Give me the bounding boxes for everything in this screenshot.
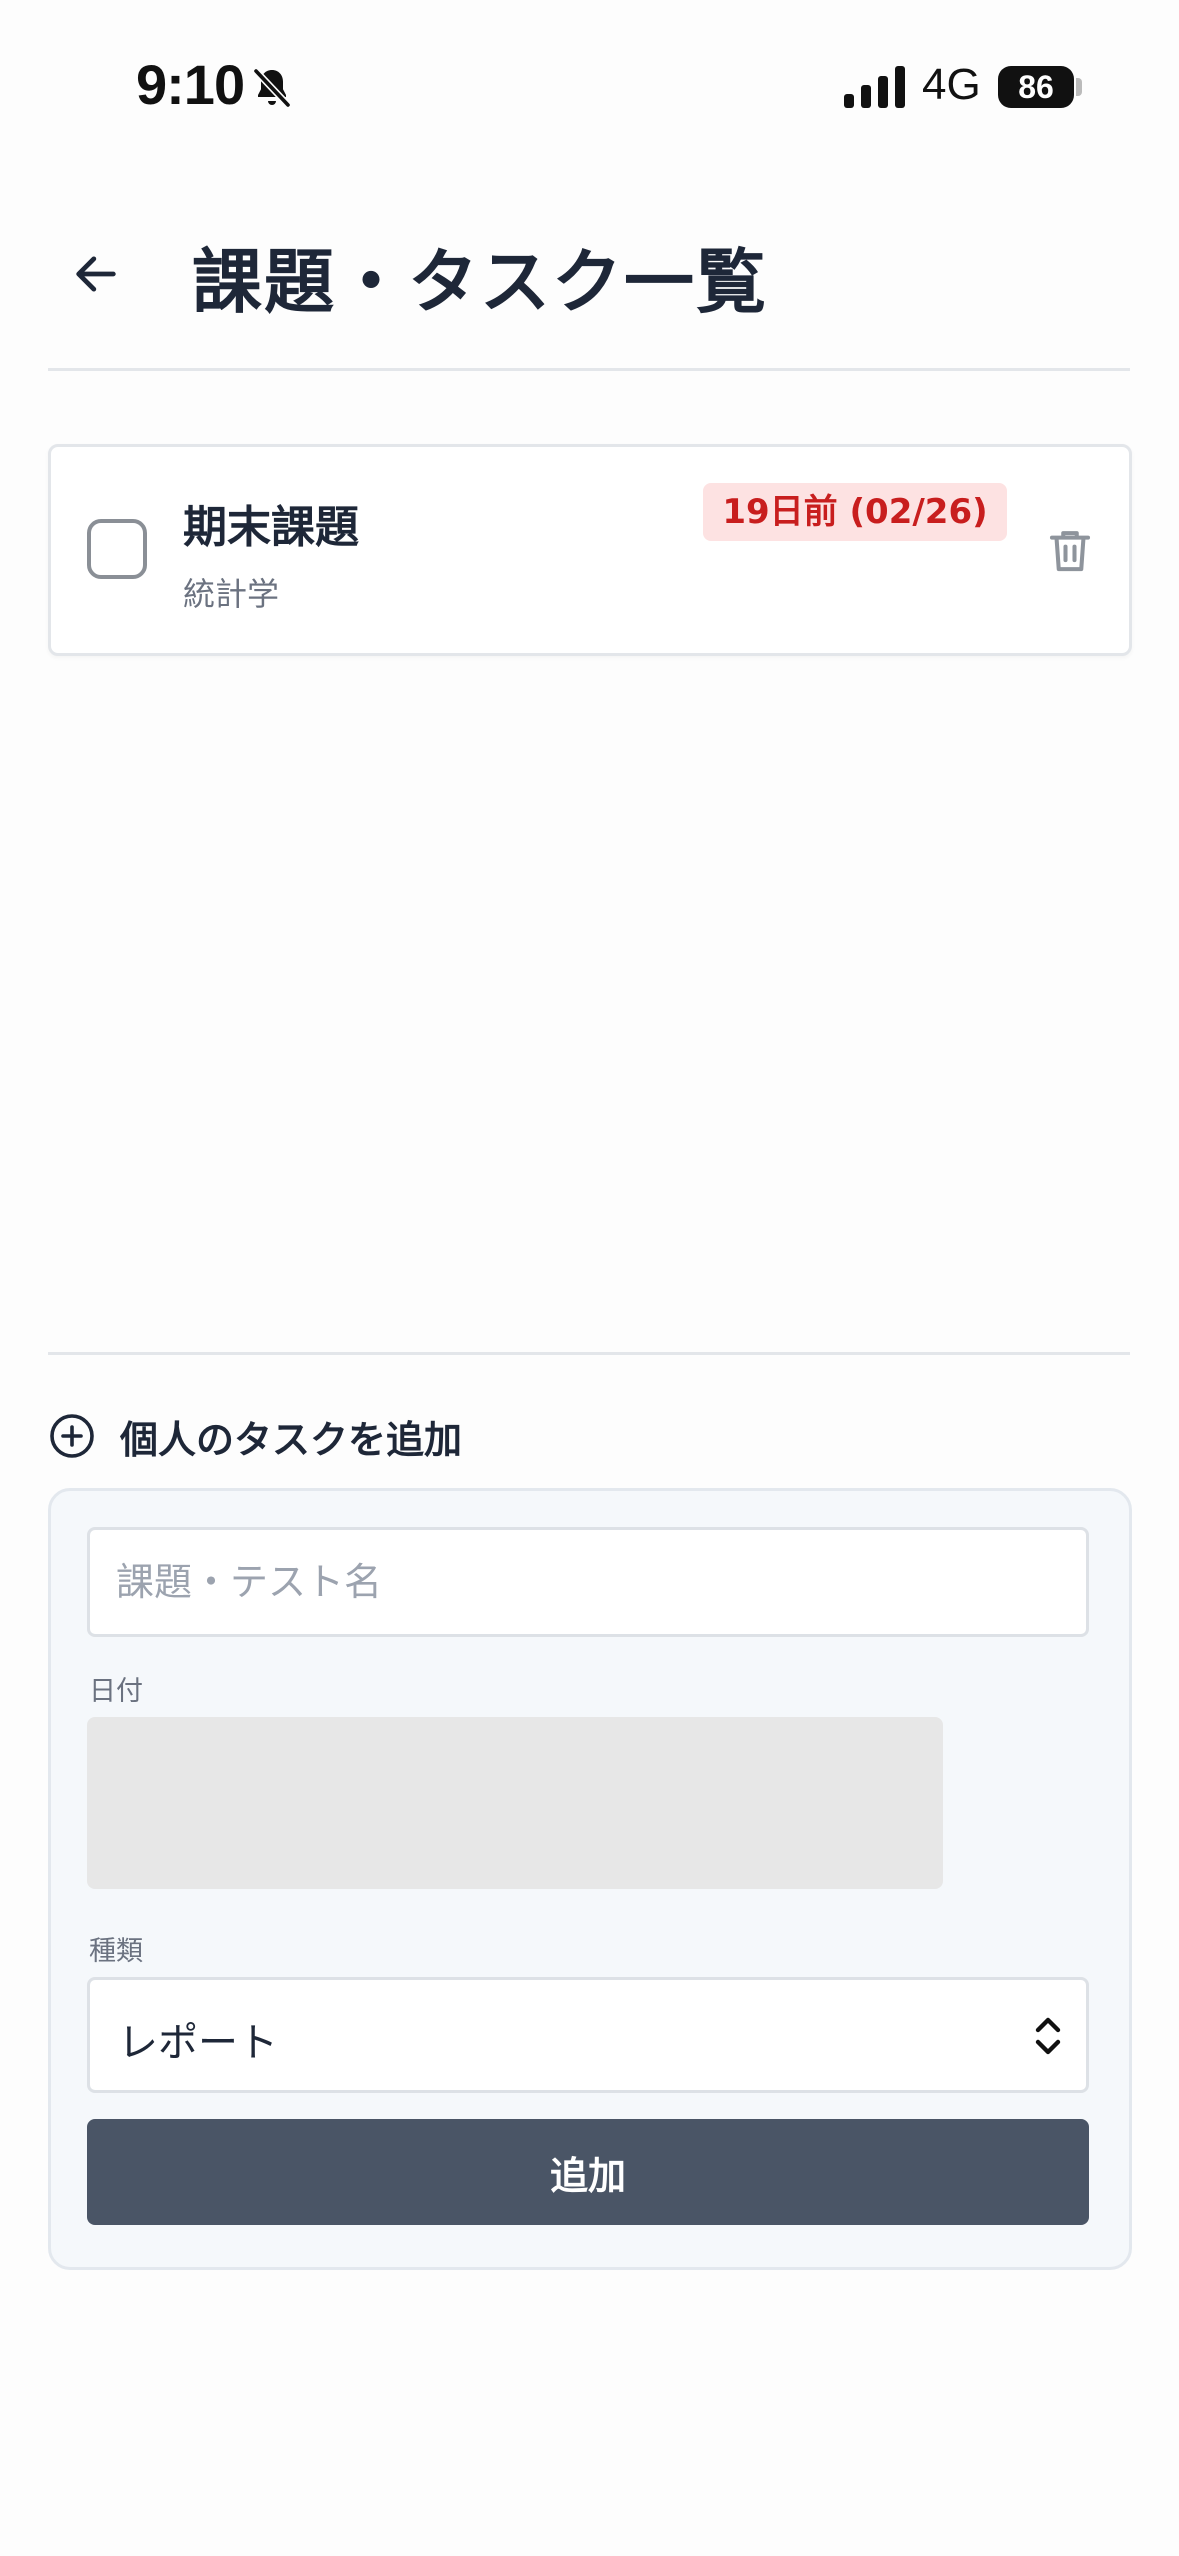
- bell-muted-icon: [253, 68, 291, 108]
- add-task-label: 個人のタスクを追加: [120, 1417, 463, 1462]
- add-task-header[interactable]: 個人のタスクを追加: [48, 1408, 462, 1464]
- type-select[interactable]: レポート: [87, 1977, 1089, 2093]
- battery-tip: [1076, 78, 1082, 96]
- task-checkbox[interactable]: [87, 519, 147, 579]
- task-title: 期末課題: [183, 502, 359, 553]
- task-name-input[interactable]: [87, 1527, 1089, 1637]
- battery-indicator: 86: [998, 66, 1074, 108]
- section-divider: [48, 1352, 1130, 1355]
- status-time: 9:10: [136, 53, 245, 116]
- task-subject: 統計学: [183, 575, 280, 613]
- add-task-form: 日付 種類 レポート 追加: [48, 1488, 1132, 2270]
- type-label: 種類: [89, 1936, 143, 1967]
- status-bar: 9:10 4G 86: [0, 0, 1179, 170]
- trash-icon[interactable]: [1043, 523, 1097, 577]
- date-picker-field[interactable]: [87, 1717, 943, 1889]
- page-title: 課題・タスク一覧: [192, 241, 768, 323]
- back-arrow-icon[interactable]: [70, 248, 122, 300]
- due-badge: 19日前 (02/26): [703, 483, 1007, 541]
- type-select-value: レポート: [118, 2020, 278, 2066]
- plus-circle-icon: [50, 1414, 94, 1458]
- signal-icon: [844, 66, 905, 108]
- add-button[interactable]: 追加: [87, 2119, 1089, 2225]
- chevron-updown-icon: [1035, 2017, 1061, 2055]
- header-divider: [48, 368, 1130, 371]
- task-card: 期末課題 統計学 19日前 (02/26): [48, 444, 1132, 656]
- date-label: 日付: [89, 1676, 143, 1707]
- network-type: 4G: [922, 60, 981, 109]
